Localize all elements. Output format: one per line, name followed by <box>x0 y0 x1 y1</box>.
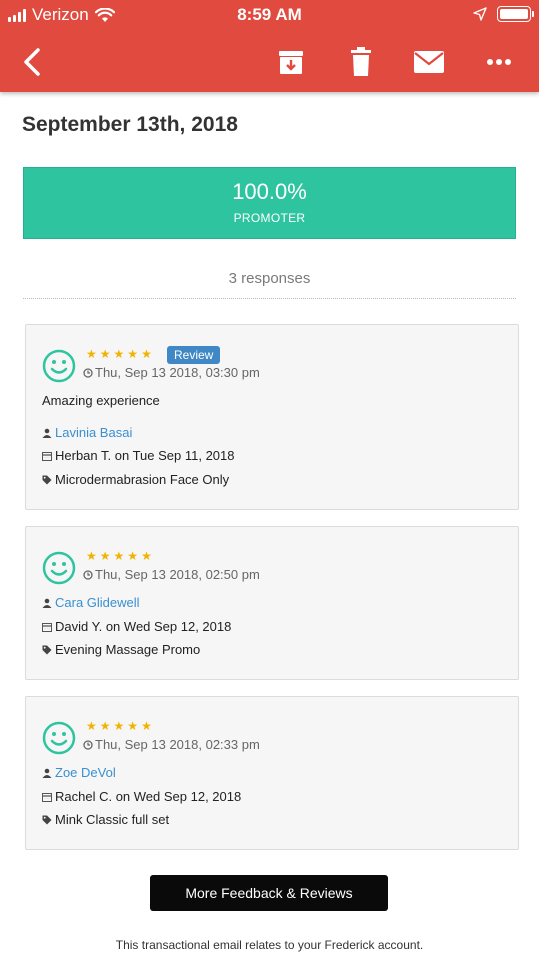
appointment-row: Herban T. on Tue Sep 11, 2018 <box>42 448 235 463</box>
star-icon: ★ <box>141 347 152 361</box>
star-icon: ★ <box>113 719 125 733</box>
footer-text: This transactional email relates to your… <box>115 938 424 952</box>
smiley-icon <box>42 721 76 755</box>
star-icon: ★ <box>86 347 97 361</box>
status-bar: Verizon 8:59 AM <box>0 0 539 30</box>
star-rating: ★ ★ ★ ★ ★ <box>86 347 152 361</box>
location-icon <box>473 7 487 21</box>
chevron-left-icon <box>24 48 40 76</box>
clock-icon <box>83 569 93 580</box>
user-icon <box>42 768 52 778</box>
customer-row: Cara Glidewell <box>42 595 140 610</box>
responses-count: 3 responses <box>228 270 311 287</box>
status-right <box>473 6 534 22</box>
star-icon: ★ <box>99 719 111 733</box>
review-card: ★ ★ ★ ★ ★ Thu, Sep 13 2018, 02:33 pm Zoe DeV… <box>25 696 519 850</box>
app-header: Verizon 8:59 AM <box>0 0 539 92</box>
star-icon: ★ <box>99 347 111 361</box>
star-icon: ★ <box>141 719 152 733</box>
more-feedback-button[interactable]: More Feedback & Reviews <box>150 875 388 911</box>
user-icon <box>42 428 52 438</box>
calendar-icon <box>42 622 52 632</box>
tag-icon <box>42 475 52 484</box>
more-horizontal-icon <box>487 59 511 65</box>
customer-row: Zoe DeVol <box>42 765 116 780</box>
archive-button[interactable] <box>273 44 309 80</box>
appointment-row: David Y. on Wed Sep 12, 2018 <box>42 619 231 634</box>
star-rating: ★ ★ ★ ★ ★ <box>86 549 152 563</box>
mail-button[interactable] <box>411 44 447 80</box>
tag-icon <box>42 645 52 654</box>
smiley-icon <box>42 551 76 585</box>
customer-link[interactable]: Cara Glidewell <box>55 595 140 610</box>
more-button[interactable] <box>481 44 517 80</box>
divider <box>23 298 516 299</box>
calendar-icon <box>42 792 52 802</box>
page-title: September 13th, 2018 <box>22 113 238 136</box>
email-toolbar <box>0 36 539 88</box>
star-icon: ★ <box>99 549 111 563</box>
clock-icon <box>83 367 93 378</box>
archive-icon <box>279 51 303 74</box>
delete-button[interactable] <box>343 44 379 80</box>
clock-icon <box>83 739 93 750</box>
service-row: Microdermabrasion Face Only <box>42 472 229 487</box>
calendar-icon <box>42 451 52 461</box>
nps-value: 100.0% <box>232 179 307 204</box>
back-button[interactable] <box>14 44 50 80</box>
nps-label: PROMOTER <box>233 211 306 225</box>
review-timestamp: Thu, Sep 13 2018, 02:33 pm <box>83 737 260 752</box>
star-icon: ★ <box>113 549 125 563</box>
review-card: ★ ★ ★ ★ ★ Review Thu, Sep 13 2018, 03:30 pm … <box>25 324 519 510</box>
star-icon: ★ <box>141 549 152 563</box>
star-icon: ★ <box>86 719 97 733</box>
battery-icon <box>497 6 534 22</box>
customer-link[interactable]: Lavinia Basai <box>55 425 132 440</box>
service-row: Mink Classic full set <box>42 812 169 827</box>
star-icon: ★ <box>86 549 97 563</box>
customer-link[interactable]: Zoe DeVol <box>55 765 116 780</box>
status-time: 8:59 AM <box>237 5 302 24</box>
star-icon: ★ <box>127 549 139 563</box>
star-rating: ★ ★ ★ ★ ★ <box>86 719 152 733</box>
review-comment: Amazing experience <box>42 393 160 408</box>
star-icon: ★ <box>127 347 139 361</box>
nps-score-box: 100.0% PROMOTER <box>23 167 516 239</box>
review-badge[interactable]: Review <box>167 346 221 364</box>
smiley-icon <box>42 349 76 383</box>
service-row: Evening Massage Promo <box>42 642 200 657</box>
trash-icon <box>351 47 371 76</box>
mail-icon <box>414 51 444 73</box>
review-timestamp: Thu, Sep 13 2018, 03:30 pm <box>83 365 260 380</box>
review-card: ★ ★ ★ ★ ★ Thu, Sep 13 2018, 02:50 pm Cara Gl… <box>25 526 519 680</box>
appointment-row: Rachel C. on Wed Sep 12, 2018 <box>42 789 241 804</box>
tag-icon <box>42 815 52 824</box>
star-icon: ★ <box>113 347 125 361</box>
star-icon: ★ <box>127 719 139 733</box>
user-icon <box>42 598 52 608</box>
review-timestamp: Thu, Sep 13 2018, 02:50 pm <box>83 567 260 582</box>
customer-row: Lavinia Basai <box>42 425 132 440</box>
